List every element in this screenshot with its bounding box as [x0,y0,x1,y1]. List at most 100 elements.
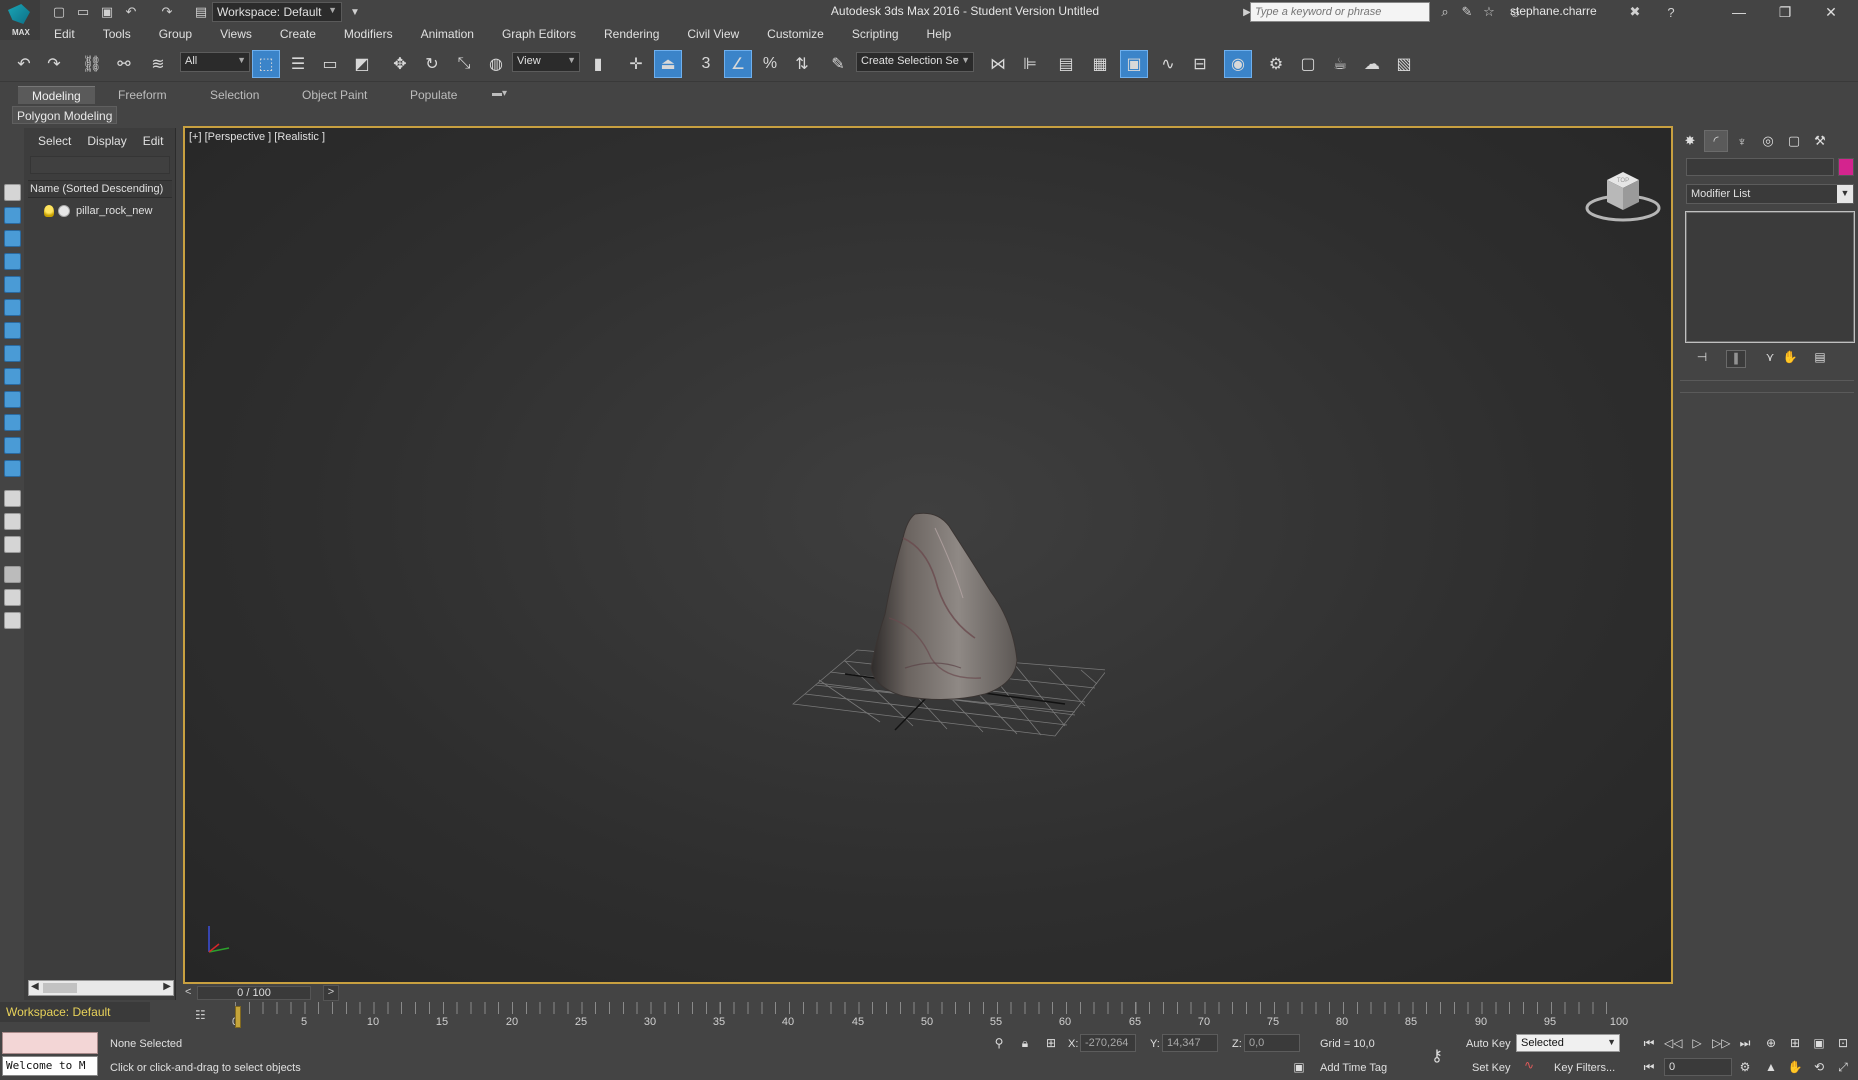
play-icon[interactable]: ▷ [1688,1036,1706,1054]
field-of-view-icon[interactable]: ▲ [1762,1060,1780,1078]
show-end-result-icon[interactable]: ∥ [1726,350,1746,368]
curve-editor-icon[interactable]: ∿ [1154,50,1182,78]
edit-named-selection-icon[interactable]: ✎ [824,50,852,78]
rendered-frame-window-icon[interactable]: ▢ [1294,50,1322,78]
track-bar[interactable]: ☷ 0 5 10 15 20 25 30 35 40 45 50 55 60 6… [183,1002,1673,1032]
next-frame-icon[interactable]: > [323,985,339,1001]
display-all-icon[interactable] [4,490,21,507]
motion-panel-icon[interactable]: ◎ [1756,130,1780,152]
select-and-link-icon[interactable]: ⛓ [78,50,106,78]
align-icon[interactable]: ⊫ [1016,50,1044,78]
workspace-dropdown[interactable]: Workspace: Default ▼ [212,2,342,22]
scrollbar-thumb[interactable] [43,983,77,993]
menu-rendering[interactable]: Rendering [590,24,673,44]
remove-modifier-icon[interactable]: ✋ [1780,350,1800,368]
current-frame-marker[interactable] [235,1006,241,1028]
default-tangents-icon[interactable]: ∿ [1520,1058,1538,1076]
menu-scripting[interactable]: Scripting [838,24,913,44]
mini-curve-editor-icon[interactable]: ☷ [195,1008,213,1022]
select-and-scale-icon[interactable]: ⤡ [450,50,478,78]
orbit-icon[interactable]: ⟲ [1810,1060,1828,1078]
reference-coordinate-dropdown[interactable]: View ▼ [512,52,580,72]
explorer-menu-edit[interactable]: Edit [135,132,172,150]
create-panel-icon[interactable]: ✸ [1678,130,1702,152]
select-and-move-icon[interactable]: ✥ [386,50,414,78]
set-key-mode-icon[interactable]: ⚷ [1428,1046,1446,1065]
modify-panel-icon[interactable]: ◜ [1704,130,1728,152]
explorer-horizontal-scrollbar[interactable]: ◀ ▶ [28,980,174,996]
schematic-view-icon[interactable]: ⊟ [1186,50,1214,78]
new-scene-icon[interactable]: ▢ [48,2,70,22]
rectangular-selection-icon[interactable]: ▭ [316,50,344,78]
modifier-stack[interactable] [1685,211,1855,343]
menu-views[interactable]: Views [206,24,266,44]
menu-edit[interactable]: Edit [40,24,89,44]
display-containers-icon[interactable] [4,414,21,431]
perspective-viewport[interactable]: [+] [Perspective ] [Realistic ] TOP [183,126,1673,984]
list-item[interactable]: pillar_rock_new [44,202,152,220]
z-coordinate-field[interactable]: 0,0 [1244,1034,1300,1052]
display-frozen-icon[interactable] [4,437,21,454]
go-to-start-icon[interactable]: ⏮ [1640,1036,1658,1054]
invert-display-icon[interactable] [4,536,21,553]
viewport-label-menu[interactable]: [+] [Perspective ] [Realistic ] [189,131,325,143]
go-to-end-icon[interactable]: ⏭ [1736,1036,1754,1054]
zoom-icon[interactable]: ⊕ [1762,1036,1780,1054]
object-name-field[interactable] [1686,158,1834,176]
display-xrefs-icon[interactable] [4,368,21,385]
find-case-sensitive-icon[interactable] [4,589,21,606]
display-shapes-icon[interactable] [4,230,21,247]
tab-freeform[interactable]: Freeform [104,86,181,104]
display-panel-icon[interactable]: ▢ [1782,130,1806,152]
menu-customize[interactable]: Customize [753,24,838,44]
select-by-name-icon[interactable]: ☰ [284,50,312,78]
search-input[interactable] [1250,2,1430,22]
absolute-mode-transform-icon[interactable]: ⊞ [1042,1036,1060,1054]
save-file-icon[interactable]: ▣ [96,2,118,22]
menu-help[interactable]: Help [913,24,966,44]
add-time-tag-button[interactable]: Add Time Tag [1320,1062,1387,1074]
material-editor-icon[interactable]: ◉ [1224,50,1252,78]
time-slider-thumb[interactable]: 0 / 100 [197,986,311,1000]
menu-modifiers[interactable]: Modifiers [330,24,407,44]
next-frame-button-icon[interactable]: ▷▷ [1712,1036,1730,1054]
selection-filter-dropdown[interactable]: All ▼ [180,52,250,72]
window-crossing-icon[interactable]: ◩ [348,50,376,78]
ribbon-panel-polygon-modeling[interactable]: Polygon Modeling [12,106,118,124]
ribbon-options-icon[interactable]: ▬▾ [478,86,521,104]
explorer-menu-display[interactable]: Display [79,132,134,150]
zoom-extents-all-icon[interactable]: ⊡ [1834,1036,1852,1054]
expand-all-icon[interactable] [4,612,21,629]
user-account-menu[interactable]: stephane.charre [1510,4,1597,18]
display-bones-icon[interactable] [4,391,21,408]
customize-quick-access-icon[interactable]: ▼ [344,2,366,22]
object-color-swatch[interactable] [1838,158,1854,176]
render-setup-icon[interactable]: ⚙ [1262,50,1290,78]
maxscript-listener-output[interactable] [2,1032,98,1054]
help-icon[interactable]: ? [1660,2,1682,22]
current-frame-spinner[interactable]: 0 [1664,1058,1732,1076]
scroll-right-icon[interactable]: ▶ [163,981,171,992]
redo-quick-icon[interactable]: ↷ [156,2,178,22]
key-mode-toggle-icon[interactable]: ⏮ [1640,1060,1658,1078]
layer-explorer-icon[interactable]: ▤ [1052,50,1080,78]
zoom-extents-icon[interactable]: ▣ [1810,1036,1828,1054]
subscription-center-icon[interactable]: ✎ [1456,2,1478,22]
bind-to-space-warp-icon[interactable]: ≋ [144,50,172,78]
restore-button[interactable]: ❐ [1762,0,1808,24]
hierarchy-panel-icon[interactable]: ♆ [1730,130,1754,152]
a360-gallery-icon[interactable]: ▧ [1390,50,1418,78]
key-mode-dropdown[interactable]: Selected ▼ [1516,1034,1620,1052]
lightbulb-icon[interactable] [44,205,54,217]
display-helpers-icon[interactable] [4,299,21,316]
favorites-star-icon[interactable]: ☆ [1478,2,1500,22]
utilities-panel-icon[interactable]: ⚒ [1808,130,1832,152]
explorer-column-header[interactable]: Name (Sorted Descending) [28,180,172,198]
pillar-rock-object[interactable] [785,508,1105,768]
spinner-snap-icon[interactable]: ⇅ [788,50,816,78]
explorer-menu-select[interactable]: Select [30,132,79,150]
unlink-selection-icon[interactable]: ⚯ [110,50,138,78]
maximize-viewport-icon[interactable]: ⤢ [1834,1060,1852,1078]
scroll-left-icon[interactable]: ◀ [31,981,39,992]
display-geometry-icon[interactable] [4,207,21,224]
